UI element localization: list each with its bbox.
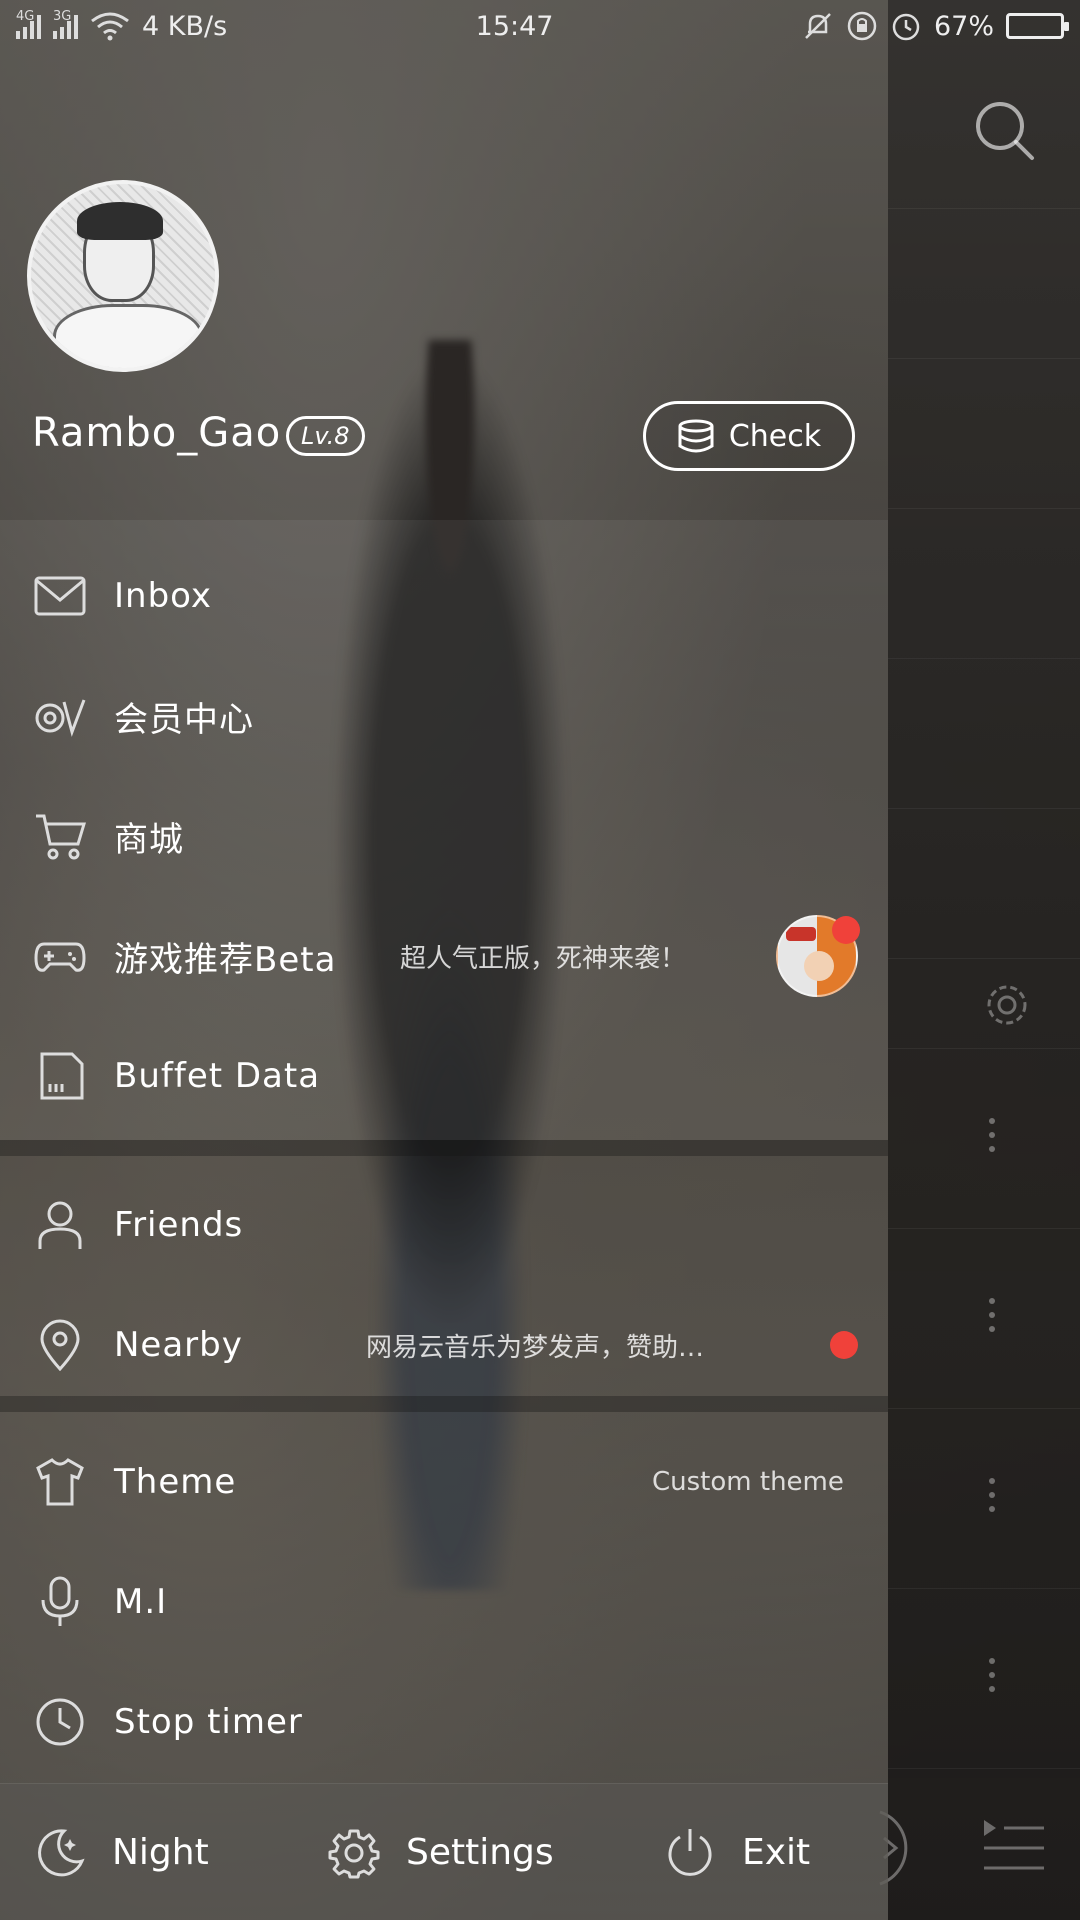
rotation-lock-icon <box>846 10 878 42</box>
settings-button[interactable]: Settings <box>328 1784 554 1920</box>
status-time: 15:47 <box>475 10 554 42</box>
playlist-icon[interactable] <box>982 1818 1046 1874</box>
notification-dot <box>830 1331 858 1359</box>
divider <box>888 358 1080 359</box>
divider <box>888 1048 1080 1049</box>
exit-button[interactable]: Exit <box>664 1784 810 1920</box>
divider <box>888 1768 1080 1769</box>
menu-label: Friends <box>114 1205 244 1245</box>
wifi-icon <box>90 11 130 41</box>
coins-icon <box>677 419 715 453</box>
menu-label: Inbox <box>114 576 213 616</box>
divider <box>888 508 1080 509</box>
status-bar: 4G 3G 4 KB/s 15:47 67% <box>0 0 1080 52</box>
avatar-hair <box>77 202 163 240</box>
more-icon[interactable] <box>988 1658 996 1700</box>
clock-icon <box>34 1696 86 1748</box>
avatar[interactable] <box>27 180 219 372</box>
notification-dot <box>832 916 860 944</box>
cart-icon <box>34 810 86 862</box>
games-promo-text: 超人气正版，死神来袭！ <box>400 943 687 974</box>
moon-icon <box>34 1827 86 1879</box>
nearby-promo-text: 网易云音乐为梦发声，赞助… <box>366 1332 705 1363</box>
menu-item-store[interactable]: 商城 <box>0 788 888 884</box>
gear-icon[interactable] <box>982 980 1032 1030</box>
menu-item-stop-timer[interactable]: Stop timer <box>0 1674 888 1770</box>
gamepad-icon <box>34 930 86 982</box>
menu-item-games[interactable]: 游戏推荐Beta 超人气正版，死神来袭！ <box>0 908 888 1004</box>
network-speed: 4 KB/s <box>142 10 228 42</box>
menu-label: Buffet Data <box>114 1056 321 1096</box>
menu-label: M.I <box>114 1582 168 1622</box>
check-in-button[interactable]: Check <box>643 401 855 471</box>
vip-icon <box>34 690 86 742</box>
menu-label: 会员中心 <box>114 699 254 740</box>
divider <box>888 1408 1080 1409</box>
level-badge: Lv.8 <box>286 416 365 456</box>
location-pin-icon <box>34 1319 86 1371</box>
mute-icon <box>802 10 834 42</box>
section-divider <box>0 1140 888 1156</box>
person-icon <box>34 1199 86 1251</box>
check-label: Check <box>728 418 822 454</box>
menu-label: 游戏推荐Beta <box>114 939 337 980</box>
night-label: Night <box>112 1832 209 1873</box>
battery-icon <box>1005 13 1069 39</box>
menu-item-theme[interactable]: Theme Custom theme <box>0 1434 888 1530</box>
microphone-icon <box>34 1576 86 1628</box>
divider <box>888 1588 1080 1589</box>
menu-label: Nearby <box>114 1325 243 1365</box>
mail-icon <box>34 570 86 622</box>
section-divider <box>0 1396 888 1412</box>
username[interactable]: Rambo_Gao <box>32 410 281 456</box>
menu-item-buffet-data[interactable]: Buffet Data <box>0 1028 888 1124</box>
alarm-icon <box>890 10 922 42</box>
divider <box>888 808 1080 809</box>
sim-card-icon <box>34 1050 86 1102</box>
menu-section-primary: Inbox 会员中心 商城 游戏推荐Beta 超人气正版，死神来袭！ Buffe… <box>0 520 888 1140</box>
night-mode-button[interactable]: Night <box>34 1784 209 1920</box>
divider <box>888 1228 1080 1229</box>
signal-icon: 4G <box>16 9 41 39</box>
divider <box>888 208 1080 209</box>
divider <box>888 658 1080 659</box>
theme-value: Custom theme <box>652 1467 844 1497</box>
tshirt-icon <box>34 1456 86 1508</box>
drawer-bottom-bar: Night Settings Exit <box>0 1783 888 1920</box>
signal-icon: 3G <box>53 9 78 39</box>
search-icon[interactable] <box>972 98 1038 164</box>
more-icon[interactable] <box>988 1478 996 1520</box>
more-icon[interactable] <box>988 1298 996 1340</box>
gear-icon <box>328 1827 380 1879</box>
menu-label: Theme <box>114 1462 237 1502</box>
menu-label: Stop timer <box>114 1702 303 1742</box>
more-icon[interactable] <box>988 1118 996 1160</box>
menu-item-nearby[interactable]: Nearby 网易云音乐为梦发声，赞助… <box>0 1297 888 1393</box>
divider <box>888 958 1080 959</box>
menu-item-vip[interactable]: 会员中心 <box>0 668 888 764</box>
menu-label: 商城 <box>114 819 184 860</box>
menu-item-inbox[interactable]: Inbox <box>0 548 888 644</box>
avatar-body <box>53 304 203 368</box>
main-page-behind-drawer <box>888 0 1080 1920</box>
side-drawer: Rambo_Gao Lv.8 Check Inbox 会员中心 商城 游戏推荐B… <box>0 0 888 1920</box>
power-icon <box>664 1827 716 1879</box>
settings-label: Settings <box>406 1832 554 1873</box>
exit-label: Exit <box>742 1832 811 1873</box>
battery-percent: 67% <box>933 10 994 42</box>
menu-item-mi[interactable]: M.I <box>0 1554 888 1650</box>
menu-item-friends[interactable]: Friends <box>0 1177 888 1273</box>
menu-section-tools: Theme Custom theme M.I Stop timer <box>0 1412 888 1782</box>
menu-section-social: Friends Nearby 网易云音乐为梦发声，赞助… <box>0 1155 888 1395</box>
